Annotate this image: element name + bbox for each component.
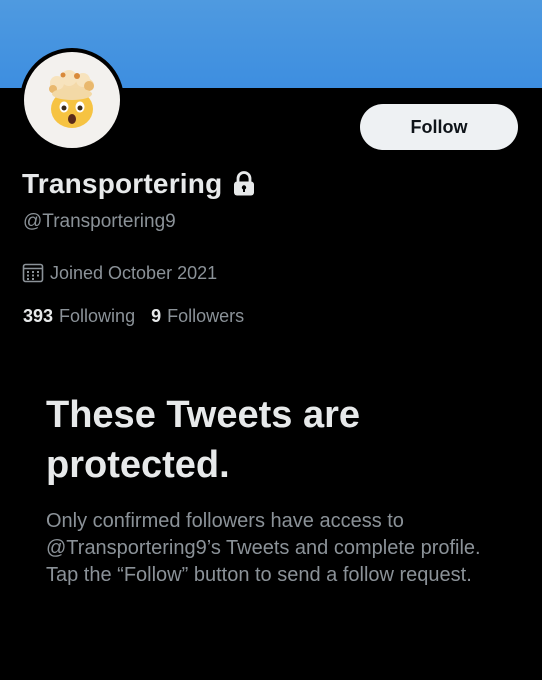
followers-label: Followers [167,306,245,326]
joined-date: Joined October 2021 [22,262,217,284]
following-link[interactable]: 393 Following [23,306,135,327]
following-label: Following [59,306,136,326]
profile-avatar[interactable] [20,48,124,152]
lock-icon [234,171,255,196]
followers-link[interactable]: 9 Followers [151,306,244,327]
exploding-head-emoji-icon [49,70,94,128]
protected-description: Only confirmed followers have access to … [46,510,481,586]
follow-button[interactable]: Follow [360,104,518,150]
profile-handle: @Transportering9 [23,211,176,232]
profile-stats: 393 Following 9 Followers [23,306,260,327]
joined-text: Joined October 2021 [50,262,218,283]
profile-display-name: Transportering [22,168,256,200]
followers-count: 9 [151,306,162,326]
display-name-text: Transportering [22,168,223,199]
calendar-icon [22,263,44,283]
avatar-image [24,52,120,148]
protected-heading: These Tweets are protected. [46,394,361,486]
following-count: 393 [23,306,54,326]
